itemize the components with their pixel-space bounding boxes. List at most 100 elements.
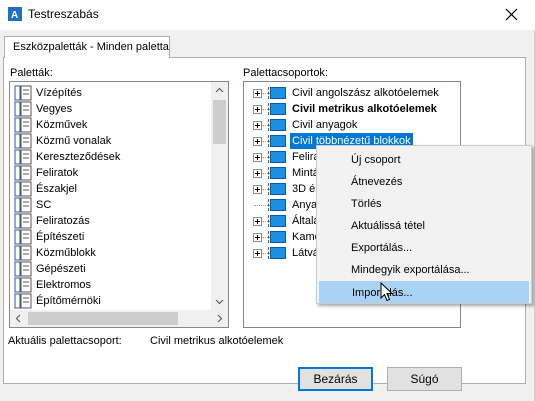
menu-item-label: Exportálás...	[351, 242, 413, 254]
palette-label: Építőmérnöki	[36, 295, 101, 307]
palette-label: SC	[36, 199, 52, 211]
mouse-cursor-icon	[380, 282, 394, 302]
palettes-vertical-scrollbar[interactable]	[211, 82, 228, 310]
list-item[interactable]: Építőmérnöki	[14, 293, 204, 309]
menu-item-label: Új csoport	[351, 154, 401, 166]
help-button[interactable]: Súgó	[387, 367, 462, 391]
tree-item[interactable]: Civil metrikus alkotóelemek	[248, 101, 458, 117]
tab-tool-palettes[interactable]: Eszközpaletták - Minden paletta	[4, 36, 170, 58]
tree-item[interactable]: Civil angolszász alkotóelemek	[248, 85, 458, 101]
list-item[interactable]: Elektromos	[14, 277, 204, 293]
palette-icon	[14, 277, 32, 293]
palette-icon	[14, 101, 32, 117]
list-item[interactable]: Vegyes	[14, 101, 204, 117]
expand-icon[interactable]	[253, 185, 262, 194]
scroll-down-button[interactable]	[211, 293, 228, 310]
palette-icon	[14, 181, 32, 197]
scroll-up-button[interactable]	[211, 82, 228, 99]
title-bar: A Testreszabás	[0, 0, 535, 30]
palette-group-icon	[268, 199, 286, 211]
autocad-app-icon: A	[8, 7, 22, 21]
current-group-value: Civil metrikus alkotóelemek	[150, 335, 284, 347]
menu-item-new-group[interactable]: Új csoport	[319, 149, 529, 171]
palette-label: Vízépítés	[36, 87, 82, 99]
palette-label: Közmű vonalak	[36, 135, 112, 147]
list-item[interactable]: SC	[14, 197, 204, 213]
palette-label: Építészeti	[36, 231, 85, 243]
palette-label: Közműblokk	[36, 247, 96, 259]
palette-icon	[14, 165, 32, 181]
palettes-label: Paletták:	[10, 67, 53, 79]
palette-label: Közművek	[36, 119, 88, 131]
expand-icon[interactable]	[253, 89, 262, 98]
current-group-label: Aktuális palettacsoport:	[8, 335, 122, 347]
expand-icon[interactable]	[253, 233, 262, 242]
expand-icon[interactable]	[253, 153, 262, 162]
chevron-left-icon	[15, 314, 21, 323]
list-item[interactable]: Vízépítés	[14, 85, 204, 101]
chevron-down-icon	[215, 299, 224, 305]
palettes-horizontal-scrollbar[interactable]	[10, 310, 228, 327]
scroll-left-button[interactable]	[10, 310, 27, 327]
palette-icon	[14, 149, 32, 165]
list-item[interactable]: Északjel	[14, 181, 204, 197]
context-menu: Új csoport Átnevezés Törlés Aktuálissá t…	[316, 145, 532, 304]
list-item[interactable]: Közmű vonalak	[14, 133, 204, 149]
scroll-right-button[interactable]	[211, 310, 228, 327]
list-item[interactable]: Építészeti	[14, 229, 204, 245]
menu-item-label: Mindegyik exportálása...	[351, 264, 470, 276]
scroll-thumb[interactable]	[213, 100, 226, 144]
chevron-right-icon	[217, 314, 223, 323]
svg-text:A: A	[11, 10, 18, 21]
palette-group-icon	[268, 119, 286, 131]
menu-item-delete[interactable]: Törlés	[319, 193, 529, 215]
list-item[interactable]: Közművek	[14, 117, 204, 133]
list-item[interactable]: Feliratok	[14, 165, 204, 181]
palette-groups-label: Palettacsoportok:	[243, 67, 328, 79]
chevron-up-icon	[215, 87, 224, 93]
menu-item-import[interactable]: Importálás...	[319, 281, 529, 303]
list-item[interactable]: Feliratozás	[14, 213, 204, 229]
palette-icon	[14, 261, 32, 277]
expand-icon[interactable]	[253, 217, 262, 226]
palette-icon	[14, 85, 32, 101]
list-item[interactable]: Kereszteződések	[14, 149, 204, 165]
scroll-thumb[interactable]	[28, 312, 178, 325]
palette-label: Feliratok	[36, 167, 79, 179]
palette-label: Feliratozás	[36, 215, 90, 227]
list-item[interactable]: Közműblokk	[14, 245, 204, 261]
palette-group-icon	[268, 151, 286, 163]
tab-label: Eszközpaletták - Minden paletta	[13, 41, 169, 53]
expand-icon[interactable]	[253, 121, 262, 130]
close-window-button[interactable]	[489, 0, 535, 30]
menu-item-label: Átnevezés	[351, 176, 403, 188]
palette-group-icon	[268, 167, 286, 179]
expand-icon[interactable]	[253, 169, 262, 178]
menu-item-label: Törlés	[351, 198, 382, 210]
palette-icon	[14, 229, 32, 245]
expand-icon[interactable]	[253, 137, 262, 146]
menu-item-label: Aktuálissá tétel	[351, 220, 425, 232]
palette-label: Elektromos	[36, 279, 92, 291]
tree-item[interactable]: Civil anyagok	[248, 117, 458, 133]
close-icon	[505, 8, 518, 21]
expand-icon[interactable]	[253, 105, 262, 114]
palette-label: Gépészeti	[36, 263, 86, 275]
palette-group-icon	[268, 231, 286, 243]
list-item[interactable]: Gépészeti	[14, 261, 204, 277]
palette-label: Kereszteződések	[36, 151, 121, 163]
palette-group-icon	[268, 103, 286, 115]
menu-item-export[interactable]: Exportálás...	[319, 237, 529, 259]
palette-icon	[14, 117, 32, 133]
close-button[interactable]: Bezárás	[298, 367, 373, 391]
menu-item-export-all[interactable]: Mindegyik exportálása...	[319, 259, 529, 281]
palette-icon	[14, 213, 32, 229]
tree-item-label: Civil anyagok	[292, 119, 358, 131]
palette-icon	[14, 245, 32, 261]
palette-label: Vegyes	[36, 103, 73, 115]
palettes-list[interactable]: Vízépítés Vegyes Közművek Közmű vonalak …	[9, 81, 229, 328]
menu-item-rename[interactable]: Átnevezés	[319, 171, 529, 193]
menu-item-set-current[interactable]: Aktuálissá tétel	[319, 215, 529, 237]
palette-group-icon	[268, 87, 286, 99]
expand-icon[interactable]	[253, 249, 262, 258]
